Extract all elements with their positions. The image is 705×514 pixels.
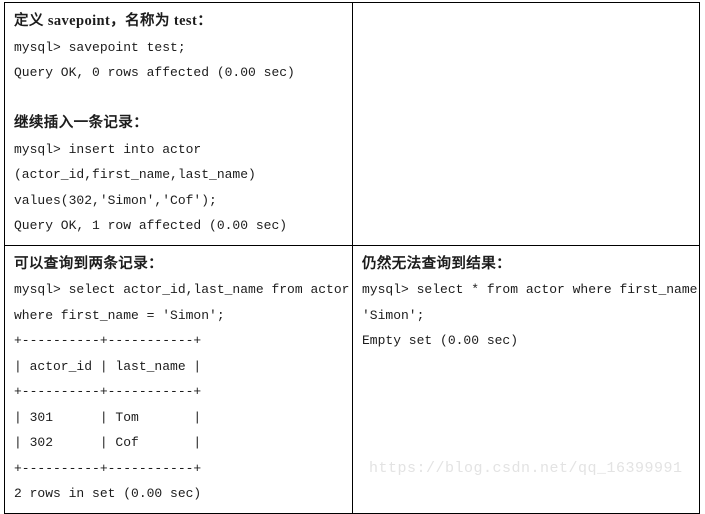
terminal-line: | actor_id | last_name | — [14, 358, 202, 374]
terminal-line: Query OK, 1 row affected (0.00 sec) — [14, 218, 288, 233]
terminal-line: | 302 | Cof | — [14, 435, 202, 450]
table-row: 可以查询到两条记录： mysql> select actor_id,last_na… — [4, 244, 700, 514]
table-body: 定义 savepoint，名称为 test： mysql> savepoint t… — [4, 2, 700, 514]
terminal-line: +----------+-----------+ — [14, 460, 202, 476]
terminal-line: 'Simon'; — [362, 307, 425, 323]
cell-content: 仍然无法查询到结果： mysql> select * from actor whe… — [353, 246, 699, 508]
terminal-line: values(302,'Simon','Cof'); — [14, 192, 217, 208]
terminal-line: 定义 savepoint，名称为 test： — [14, 13, 213, 29]
table-cell-savepoint-insert: 定义 savepoint，名称为 test： mysql> savepoint t… — [4, 2, 353, 246]
terminal-line: 仍然无法查询到结果： — [362, 255, 511, 272]
terminal-line: mysql> savepoint test; — [14, 39, 186, 55]
terminal-line: +----------+-----------+ — [14, 384, 202, 399]
cell-content: 可以查询到两条记录： mysql> select actor_id,last_na… — [5, 246, 352, 513]
cell-content: 定义 savepoint，名称为 test： mysql> savepoint t… — [5, 3, 352, 245]
cell-content — [353, 3, 699, 239]
terminal-line: Empty set (0.00 sec) — [362, 333, 519, 348]
terminal-line: 2 rows in set (0.00 sec) — [14, 486, 202, 501]
terminal-line: 继续插入一条记录： — [14, 115, 149, 131]
terminal-line: mysql> select actor_id,last_name from ac… — [14, 282, 350, 297]
table-cell-empty-set-result: 仍然无法查询到结果： mysql> select * from actor whe… — [352, 244, 700, 514]
terminal-line: +----------+-----------+ — [14, 333, 202, 348]
terminal-line: where first_name = 'Simon'; — [14, 307, 225, 323]
document-page: 定义 savepoint，名称为 test： mysql> savepoint t… — [0, 0, 705, 514]
terminal-line: 可以查询到两条记录： — [14, 255, 163, 272]
terminal-line: | 301 | Tom | — [14, 409, 202, 425]
table-cell-empty-top-right — [352, 2, 700, 246]
terminal-line: mysql> select * from actor where first_n… — [362, 282, 705, 297]
table-row: 定义 savepoint，名称为 test： mysql> savepoint t… — [4, 2, 700, 246]
terminal-line: (actor_id,first_name,last_name) — [14, 167, 256, 182]
terminal-line: mysql> insert into actor — [14, 141, 202, 157]
comparison-table: 定义 savepoint，名称为 test： mysql> savepoint t… — [4, 2, 700, 514]
table-cell-two-records-result: 可以查询到两条记录： mysql> select actor_id,last_na… — [4, 244, 353, 514]
terminal-line: Query OK, 0 rows affected (0.00 sec) — [14, 65, 295, 80]
